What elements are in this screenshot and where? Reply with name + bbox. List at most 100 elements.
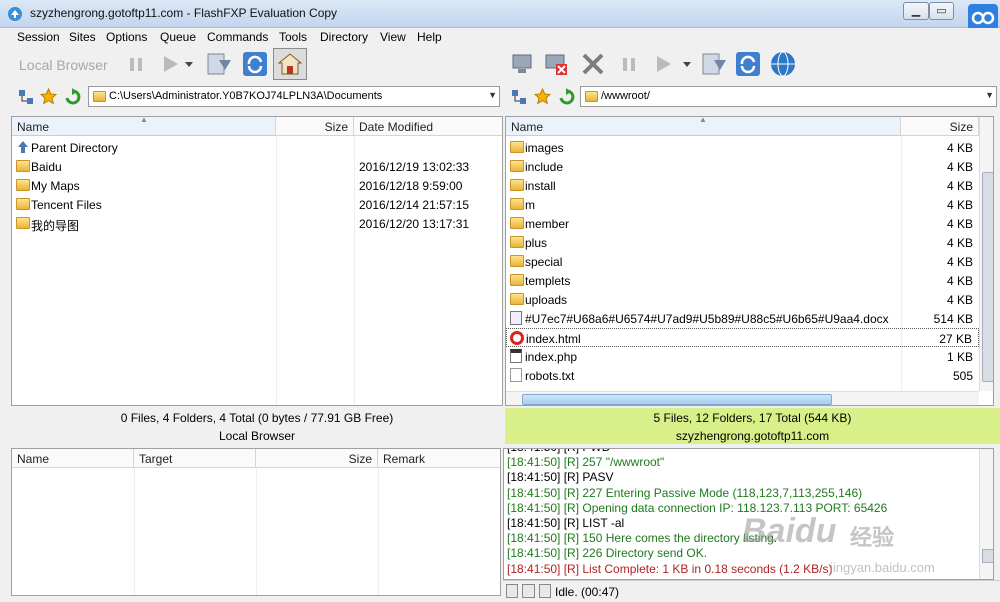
file-size: 27 KB	[939, 332, 972, 346]
menu-directory[interactable]: Directory	[320, 30, 368, 44]
favorites-star-icon[interactable]	[39, 87, 58, 108]
menu-commands[interactable]: Commands	[207, 30, 268, 44]
folder-icon	[510, 236, 524, 248]
local-path-text: C:\Users\Administrator.Y0B7KOJ74LPLN3A\D…	[109, 90, 383, 102]
remote-file-list[interactable]: Name ▲ Size images 4 KB include 4 KB install 4…	[505, 116, 994, 406]
remote-status: 5 Files, 12 Folders, 17 Total (544 KB) s…	[505, 408, 1000, 444]
disconnect-icon[interactable]	[540, 49, 572, 79]
local-col-date[interactable]: Date Modified	[354, 117, 502, 136]
local-col-name[interactable]: Name ▲	[12, 117, 276, 136]
log-line: [18:41:50] [R] PWD	[507, 449, 610, 454]
remote-favorites-star-icon[interactable]	[533, 87, 552, 108]
file-size: 505	[952, 369, 973, 383]
remote-row[interactable]: special 4 KB	[506, 252, 979, 271]
queue-col-target[interactable]: Target	[134, 449, 256, 468]
remote-tree-icon[interactable]	[511, 89, 527, 108]
pause-icon[interactable]	[120, 49, 152, 79]
date-modified: 2016/12/18 9:59:00	[359, 179, 463, 193]
remote-row[interactable]: include 4 KB	[506, 157, 979, 176]
transfer-queue[interactable]: Name Target Size Remark	[11, 448, 501, 596]
local-row[interactable]: Baidu 2016/12/19 13:02:33	[12, 157, 502, 176]
remote-row[interactable]: index.php 1 KB	[506, 347, 979, 366]
menu-sites[interactable]: Sites	[69, 30, 96, 44]
maximize-button[interactable]: ▭	[929, 2, 954, 20]
abort-icon[interactable]	[577, 49, 609, 79]
scrollbar-thumb[interactable]	[982, 172, 993, 382]
file-name: uploads	[525, 293, 568, 307]
local-path-combo[interactable]: C:\Users\Administrator.Y0B7KOJ74LPLN3A\D…	[88, 86, 500, 107]
file-size: 514 KB	[933, 312, 973, 326]
menu-queue[interactable]: Queue	[160, 30, 196, 44]
remote-play-icon[interactable]	[647, 49, 679, 79]
file-name: Baidu	[31, 160, 62, 174]
folder-icon	[16, 179, 30, 191]
home-icon[interactable]	[273, 48, 307, 80]
menu-view[interactable]: View	[380, 30, 406, 44]
path-folder-icon	[93, 91, 106, 102]
remote-row[interactable]: plus 4 KB	[506, 233, 979, 252]
col-divider	[256, 468, 257, 595]
remote-row[interactable]: images 4 KB	[506, 138, 979, 157]
queue-col-size[interactable]: Size	[256, 449, 378, 468]
file-name: index.html	[526, 332, 581, 346]
menu-options[interactable]: Options	[106, 30, 147, 44]
file-size: 4 KB	[946, 236, 973, 250]
file-name: member	[525, 217, 570, 231]
log-scroll-thumb[interactable]	[982, 549, 993, 563]
remote-sync-browse-icon[interactable]	[698, 49, 730, 79]
local-browser-button[interactable]: Local Browser	[19, 57, 108, 73]
remote-play-dropdown-icon[interactable]	[679, 49, 695, 79]
local-toolbar: Local Browser	[0, 47, 503, 82]
remote-row[interactable]: templets 4 KB	[506, 271, 979, 290]
col-divider	[378, 468, 379, 595]
local-row[interactable]: 我的导图 2016/12/20 13:17:31	[12, 214, 502, 233]
remote-row[interactable]: robots.txt 505	[506, 366, 979, 385]
remote-row[interactable]: #U7ec7#U68a6#U6574#U7ad9#U5b89#U88c5#U6b…	[506, 309, 979, 328]
menu-session[interactable]: Session	[17, 30, 60, 44]
window-title: szyzhengrong.gotoftp11.com - FlashFXP Ev…	[30, 6, 338, 20]
remote-vertical-scrollbar[interactable]	[979, 117, 993, 391]
log-line: [18:41:50] [R] List Complete: 1 KB in 0.…	[507, 561, 833, 576]
play-dropdown-icon[interactable]	[181, 49, 197, 79]
log-line: [18:41:50] [R] 227 Entering Passive Mode…	[507, 485, 863, 500]
remote-chevron-down-icon[interactable]: ▼	[985, 90, 994, 100]
remote-row[interactable]: m 4 KB	[506, 195, 979, 214]
remote-up-directory-icon[interactable]	[558, 88, 575, 108]
horizontal-scroll-thumb[interactable]	[522, 394, 832, 405]
up-directory-icon[interactable]	[64, 88, 81, 108]
queue-col-remark[interactable]: Remark	[378, 449, 500, 468]
remote-pause-icon[interactable]	[613, 49, 645, 79]
minimize-button[interactable]: ▁	[903, 2, 929, 20]
connect-icon[interactable]	[507, 49, 539, 79]
remote-row[interactable]: install 4 KB	[506, 176, 979, 195]
local-tree-icon[interactable]	[18, 89, 34, 108]
refresh-icon[interactable]	[239, 49, 271, 79]
local-row[interactable]: Tencent Files 2016/12/14 21:57:15	[12, 195, 502, 214]
folder-icon	[510, 141, 524, 153]
local-status-name: Local Browser	[218, 429, 296, 443]
remote-refresh-icon[interactable]	[732, 49, 764, 79]
remote-row[interactable]: member 4 KB	[506, 214, 979, 233]
local-col-size[interactable]: Size	[276, 117, 354, 136]
title-bar[interactable]: szyzhengrong.gotoftp11.com - FlashFXP Ev…	[0, 0, 1000, 32]
folder-icon	[16, 217, 30, 229]
globe-icon[interactable]	[767, 49, 799, 79]
remote-status-text: 5 Files, 12 Folders, 17 Total (544 KB)	[653, 411, 852, 425]
log-scrollbar[interactable]	[979, 449, 993, 579]
remote-toolbar	[503, 47, 1000, 82]
local-file-list[interactable]: Name ▲ Size Date Modified Parent Director…	[11, 116, 503, 406]
local-row[interactable]: Parent Directory	[12, 138, 502, 157]
remote-horizontal-scrollbar[interactable]	[506, 391, 979, 405]
queue-col-name[interactable]: Name	[12, 449, 134, 468]
remote-row[interactable]: uploads 4 KB	[506, 290, 979, 309]
file-name: include	[525, 160, 564, 174]
local-row[interactable]: My Maps 2016/12/18 9:59:00	[12, 176, 502, 195]
file-name: Tencent Files	[31, 198, 102, 212]
menu-tools[interactable]: Tools	[279, 30, 307, 44]
menu-help[interactable]: Help	[417, 30, 442, 44]
watermark-cn: 经验	[850, 525, 895, 550]
remote-row[interactable]: index.html 27 KB	[506, 328, 979, 347]
sync-browse-icon[interactable]	[203, 49, 235, 79]
remote-path-combo[interactable]: /wwwroot/ ▼	[580, 86, 997, 107]
chevron-down-icon[interactable]: ▼	[488, 90, 497, 100]
